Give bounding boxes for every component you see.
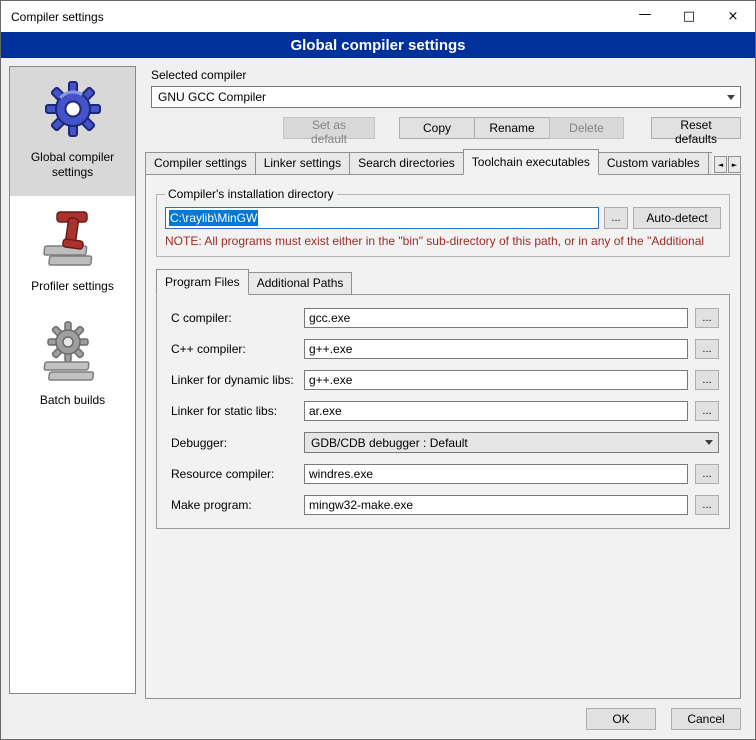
profiler-icon bbox=[41, 206, 105, 270]
auto-detect-button[interactable]: Auto-detect bbox=[633, 207, 721, 229]
cancel-button[interactable]: Cancel bbox=[671, 708, 741, 730]
copy-button[interactable]: Copy bbox=[399, 117, 475, 139]
static-linker-input[interactable] bbox=[304, 401, 688, 421]
dynamic-linker-input[interactable] bbox=[304, 370, 688, 390]
maximize-button[interactable]: □ bbox=[667, 1, 711, 32]
close-icon: × bbox=[728, 9, 739, 24]
dialog-footer: OK Cancel bbox=[145, 708, 741, 730]
install-dir-input[interactable]: C:\raylib\MinGW bbox=[165, 207, 599, 229]
dynamic-linker-label: Linker for dynamic libs: bbox=[171, 373, 297, 387]
compiler-select-value: GNU GCC Compiler bbox=[158, 90, 266, 104]
program-files-page: C compiler: ... C++ compiler: ... Linker… bbox=[156, 294, 730, 529]
tab-toolchain-executables[interactable]: Toolchain executables bbox=[463, 149, 599, 175]
compiler-actions: Set as default Copy Rename Delete Reset … bbox=[145, 117, 741, 139]
reset-defaults-button[interactable]: Reset defaults bbox=[651, 117, 741, 139]
close-button[interactable]: × bbox=[711, 1, 755, 32]
program-files-tabbar: Program Files Additional Paths bbox=[156, 269, 732, 295]
tab-build-options[interactable]: Build options bbox=[708, 152, 712, 175]
c-compiler-label: C compiler: bbox=[171, 311, 297, 325]
settings-tabbar: Compiler settings Linker settings Search… bbox=[145, 149, 741, 175]
chevron-down-icon bbox=[722, 87, 740, 107]
set-as-default-button: Set as default bbox=[283, 117, 375, 139]
installation-directory-legend: Compiler's installation directory bbox=[165, 187, 337, 201]
tab-compiler-settings[interactable]: Compiler settings bbox=[145, 152, 256, 175]
batch-builds-icon bbox=[41, 320, 105, 384]
selected-compiler-label: Selected compiler bbox=[151, 68, 741, 82]
cpp-compiler-label: C++ compiler: bbox=[171, 342, 297, 356]
settings-sidebar: Global compiler settings Profiler settin… bbox=[9, 66, 136, 694]
debugger-select-value: GDB/CDB debugger : Default bbox=[311, 436, 468, 450]
installation-directory-group: Compiler's installation directory C:\ray… bbox=[156, 187, 730, 257]
window-title: Compiler settings bbox=[1, 10, 104, 24]
note-text: NOTE: All programs must exist either in … bbox=[165, 234, 721, 248]
title-bar[interactable]: Compiler settings — □ × bbox=[1, 1, 755, 32]
window-controls: — □ × bbox=[623, 1, 755, 32]
tab-search-directories[interactable]: Search directories bbox=[349, 152, 464, 175]
tabstrip: Compiler settings Linker settings Search… bbox=[145, 149, 712, 175]
resource-compiler-input[interactable] bbox=[304, 464, 688, 484]
c-compiler-input[interactable] bbox=[304, 308, 688, 328]
sidebar-item-label: Global compiler settings bbox=[12, 150, 133, 180]
minimize-icon: — bbox=[639, 7, 652, 22]
debugger-select[interactable]: GDB/CDB debugger : Default bbox=[304, 432, 719, 453]
make-program-label: Make program: bbox=[171, 498, 297, 512]
resource-compiler-label: Resource compiler: bbox=[171, 467, 297, 481]
dynamic-linker-browse-button[interactable]: ... bbox=[695, 370, 719, 390]
tab-scroll-right-icon[interactable]: ► bbox=[728, 156, 741, 173]
tab-scroll-controls: ◄ ► bbox=[714, 156, 741, 173]
tab-scroll-left-icon[interactable]: ◄ bbox=[714, 156, 727, 173]
install-dir-browse-button[interactable]: ... bbox=[604, 207, 628, 229]
ok-button[interactable]: OK bbox=[586, 708, 656, 730]
cpp-compiler-input[interactable] bbox=[304, 339, 688, 359]
static-linker-browse-button[interactable]: ... bbox=[695, 401, 719, 421]
sidebar-item-global-compiler-settings[interactable]: Global compiler settings bbox=[10, 67, 135, 196]
minimize-button[interactable]: — bbox=[623, 1, 667, 32]
debugger-label: Debugger: bbox=[171, 436, 297, 450]
install-dir-value: C:\raylib\MinGW bbox=[169, 210, 258, 226]
make-program-input[interactable] bbox=[304, 495, 688, 515]
static-linker-label: Linker for static libs: bbox=[171, 404, 297, 418]
resource-compiler-browse-button[interactable]: ... bbox=[695, 464, 719, 484]
cpp-compiler-browse-button[interactable]: ... bbox=[695, 339, 719, 359]
compiler-settings-dialog: Compiler settings — □ × Global compiler … bbox=[0, 0, 756, 740]
tab-custom-variables[interactable]: Custom variables bbox=[598, 152, 709, 175]
c-compiler-browse-button[interactable]: ... bbox=[695, 308, 719, 328]
make-program-browse-button[interactable]: ... bbox=[695, 495, 719, 515]
delete-button: Delete bbox=[549, 117, 624, 139]
sidebar-item-batch-builds[interactable]: Batch builds bbox=[10, 310, 135, 424]
gear-icon bbox=[41, 77, 105, 141]
rename-button[interactable]: Rename bbox=[474, 117, 550, 139]
sidebar-item-label: Batch builds bbox=[40, 393, 105, 408]
page-title: Global compiler settings bbox=[1, 32, 755, 58]
tab-additional-paths[interactable]: Additional Paths bbox=[248, 272, 353, 295]
tab-linker-settings[interactable]: Linker settings bbox=[255, 152, 350, 175]
chevron-down-icon bbox=[700, 433, 718, 452]
maximize-icon: □ bbox=[683, 9, 695, 24]
sidebar-item-profiler-settings[interactable]: Profiler settings bbox=[10, 196, 135, 310]
tab-program-files[interactable]: Program Files bbox=[156, 269, 249, 295]
sidebar-item-label: Profiler settings bbox=[31, 279, 114, 294]
compiler-select[interactable]: GNU GCC Compiler bbox=[151, 86, 741, 108]
toolchain-executables-page: Compiler's installation directory C:\ray… bbox=[145, 174, 741, 699]
